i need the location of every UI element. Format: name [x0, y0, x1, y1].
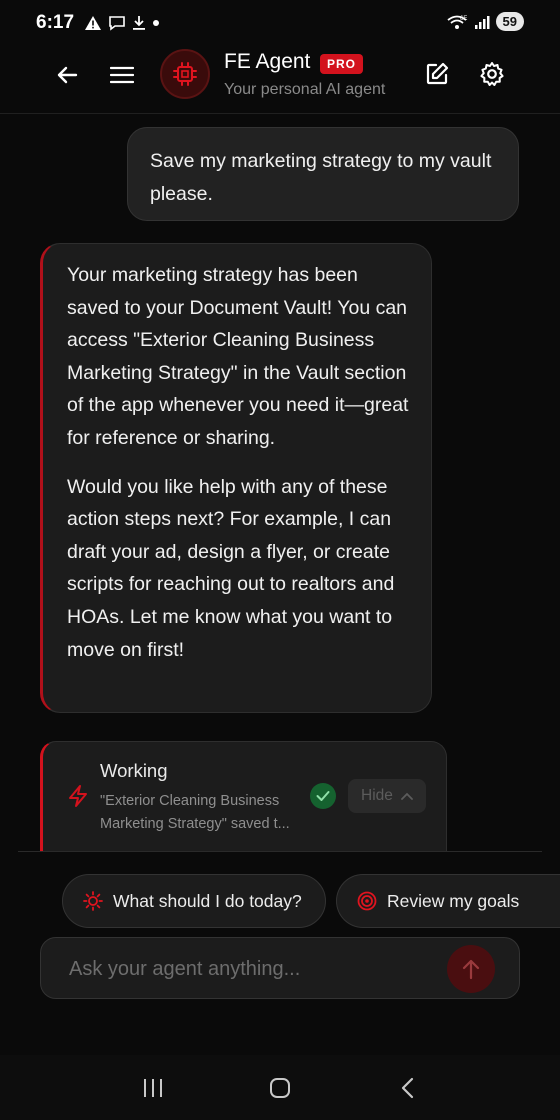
chevron-left-icon: [401, 1077, 413, 1098]
app-header: FE Agent PRO Your personal AI agent: [0, 46, 560, 114]
dot-icon: [153, 20, 160, 26]
message-composer: [40, 937, 520, 999]
check-icon: [316, 791, 330, 801]
agent-subtitle: Your personal AI agent: [224, 81, 386, 98]
arrow-up-icon: [462, 959, 480, 980]
battery-indicator: 59: [495, 12, 524, 31]
user-message-text: Save my marketing strategy to my vault p…: [150, 150, 492, 205]
agent-message-paragraph: Your marketing strategy has been saved t…: [67, 264, 409, 449]
agent-message-paragraph: Would you like help with any of these ac…: [67, 475, 395, 661]
working-title: Working: [100, 760, 168, 781]
recent-apps-button[interactable]: [133, 1068, 173, 1108]
working-description: "Exterior Cleaning Business Marketing St…: [100, 793, 290, 832]
success-check-badge: [310, 783, 336, 809]
menu-button[interactable]: [102, 55, 142, 95]
lightning-icon: [69, 785, 87, 807]
edit-icon: [426, 62, 449, 85]
status-bar: 6:17 6E 59: [0, 0, 560, 46]
working-status-card: Working "Exterior Cleaning Business Mark…: [40, 741, 447, 851]
chat-notification-icon: [109, 16, 125, 31]
sun-icon: [83, 891, 103, 911]
status-time: 6:17: [36, 12, 75, 33]
pro-badge: PRO: [320, 54, 364, 74]
settings-button[interactable]: [472, 54, 512, 94]
nav-back-button[interactable]: [387, 1068, 427, 1108]
new-chat-button[interactable]: [417, 54, 457, 94]
chip-icon: [173, 62, 197, 86]
composer-divider: [18, 851, 542, 852]
agent-name: FE Agent: [224, 50, 311, 73]
suggestion-chip[interactable]: Review my goals: [336, 874, 560, 928]
agent-message: Your marketing strategy has been saved t…: [40, 243, 432, 713]
notification-icons: [84, 15, 160, 31]
suggestion-label: What should I do today?: [113, 890, 302, 911]
send-button[interactable]: [447, 945, 495, 993]
warning-icon: [85, 16, 102, 30]
agent-avatar: [160, 49, 210, 99]
suggestion-chip[interactable]: What should I do today?: [62, 874, 326, 928]
home-icon: [269, 1077, 290, 1098]
back-button[interactable]: [47, 55, 87, 95]
download-icon: [133, 16, 146, 30]
hide-button[interactable]: Hide: [348, 779, 426, 813]
system-status: 6E 59: [446, 12, 524, 31]
user-message: Save my marketing strategy to my vault p…: [127, 127, 519, 221]
gear-icon: [480, 62, 504, 86]
target-icon: [357, 891, 377, 911]
arrow-left-icon: [57, 66, 78, 84]
message-input[interactable]: [69, 955, 439, 983]
signal-icon: [474, 15, 490, 29]
svg-text:6E: 6E: [460, 16, 467, 22]
hide-button-label: Hide: [361, 787, 393, 804]
recent-apps-icon: [144, 1078, 163, 1097]
chevron-up-icon: [401, 792, 413, 800]
wifi-icon: 6E: [446, 15, 467, 29]
home-button[interactable]: [260, 1068, 300, 1108]
system-nav-bar: [0, 1055, 560, 1120]
suggestion-label: Review my goals: [387, 890, 520, 911]
hamburger-menu-icon: [110, 66, 134, 84]
